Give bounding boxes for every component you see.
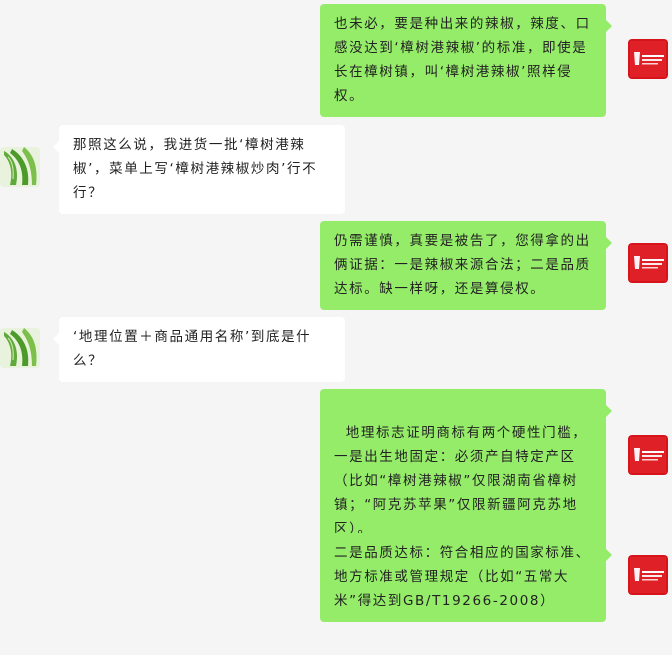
contact-avatar[interactable] [0,328,40,368]
self-avatar[interactable] [628,39,668,79]
message-bubble-self: 也未必，要是种出来的辣椒，辣度、口感没达到‘樟树港辣椒’的标准，即使是长在樟树镇… [320,4,612,117]
red-brand-logo-icon [628,243,668,283]
message-text: 二是品质达标：符合相应的国家标准、地方标准或管理规定（比如“五常大米”得达到GB… [334,545,591,609]
green-chili-pepper-icon [0,328,40,368]
message-text: 地理标志证明商标有两个硬性门槛， 一是出生地固定：必须产自特定产区（比如“樟树港… [334,425,588,537]
message-bubble-self: 仍需谨慎，真要是被告了，您得拿的出俩证据：一是辣椒来源合法；二是品质达标。缺一样… [320,221,612,310]
self-avatar[interactable] [628,243,668,283]
self-avatar[interactable] [628,435,668,475]
green-chili-pepper-icon [0,147,40,187]
red-brand-logo-icon [628,39,668,79]
red-brand-logo-icon [628,435,668,475]
contact-avatar[interactable] [0,147,40,187]
message-text: 也未必，要是种出来的辣椒，辣度、口感没达到‘樟树港辣椒’的标准，即使是长在樟树镇… [334,16,591,104]
message-bubble-self: 二是品质达标：符合相应的国家标准、地方标准或管理规定（比如“五常大米”得达到GB… [320,533,612,622]
message-text: 仍需谨慎，真要是被告了，您得拿的出俩证据：一是辣椒来源合法；二是品质达标。缺一样… [334,233,591,297]
message-bubble-contact: ‘地理位置＋商品通用名称’到底是什么？ [53,317,345,382]
self-avatar[interactable] [628,555,668,595]
red-brand-logo-icon [628,555,668,595]
message-bubble-contact: 那照这么说，我进货一批‘樟树港辣椒’，菜单上写‘樟树港辣椒炒肉’行不行？ [53,125,345,214]
message-text: 那照这么说，我进货一批‘樟树港辣椒’，菜单上写‘樟树港辣椒炒肉’行不行？ [73,137,318,201]
message-text: ‘地理位置＋商品通用名称’到底是什么？ [73,329,312,369]
message-bubble-self: 地理标志证明商标有两个硬性门槛， 一是出生地固定：必须产自特定产区（比如“樟树港… [320,389,612,550]
